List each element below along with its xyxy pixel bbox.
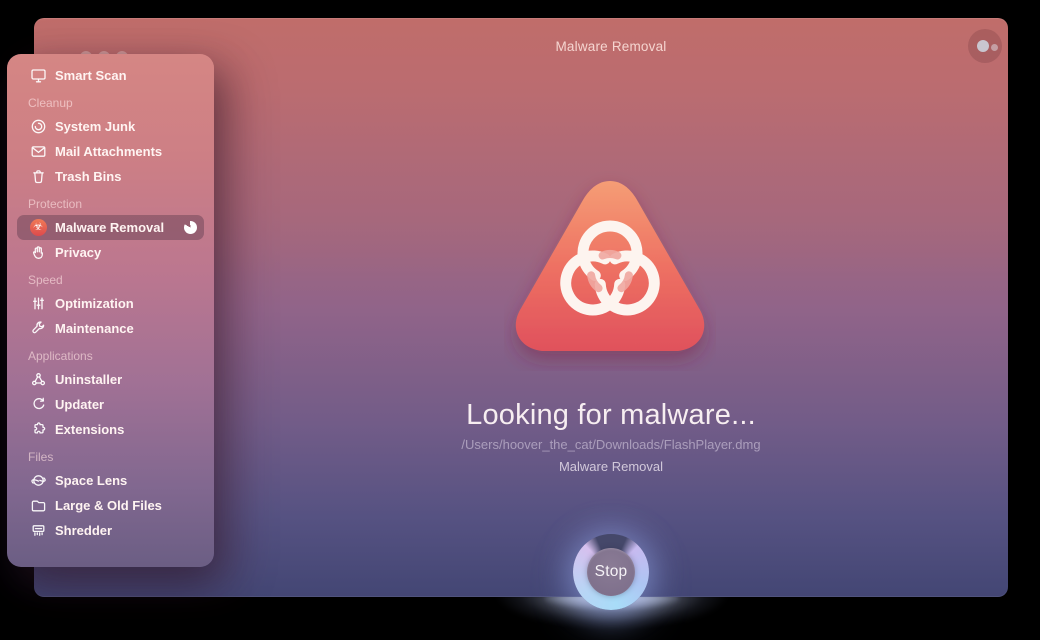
- sidebar-item-label: Malware Removal: [55, 220, 165, 235]
- sidebar-item-extensions[interactable]: Extensions: [17, 417, 204, 442]
- sidebar-item-privacy[interactable]: Privacy: [17, 240, 204, 265]
- sidebar-item-large-old-files[interactable]: Large & Old Files: [17, 493, 204, 518]
- biohazard-icon: ☣: [28, 219, 48, 236]
- puzzle-icon: [28, 421, 48, 438]
- sidebar-item-label: Maintenance: [55, 321, 134, 336]
- stop-button-label[interactable]: Stop: [587, 548, 635, 596]
- sidebar-item-shredder[interactable]: Shredder: [17, 518, 204, 543]
- cleanmymac-menu-button[interactable]: [968, 29, 1002, 63]
- sidebar-item-malware-removal[interactable]: ☣ Malware Removal: [17, 215, 204, 240]
- sidebar-item-optimization[interactable]: Optimization: [17, 291, 204, 316]
- sidebar-item-updater[interactable]: Updater: [17, 392, 204, 417]
- sidebar-item-label: Space Lens: [55, 473, 128, 488]
- hand-icon: [28, 244, 48, 261]
- sliders-icon: [28, 295, 48, 312]
- sidebar-item-label: Large & Old Files: [55, 498, 162, 513]
- refresh-icon: [28, 396, 48, 413]
- sidebar: Smart Scan Cleanup System Junk Mail Atta…: [7, 54, 214, 567]
- envelope-icon: [28, 143, 48, 160]
- cleanup-swirl-icon: [28, 118, 48, 135]
- imac-icon: [28, 67, 48, 84]
- folder-icon: [28, 497, 48, 514]
- status-title: Looking for malware...: [466, 399, 756, 431]
- scan-current-path: /Users/hoover_the_cat/Downloads/FlashPla…: [461, 437, 761, 452]
- window-title: Malware Removal: [555, 38, 667, 54]
- sidebar-item-label: Shredder: [55, 523, 113, 538]
- sidebar-item-maintenance[interactable]: Maintenance: [17, 316, 204, 341]
- sidebar-section-files: Files: [28, 450, 54, 464]
- sidebar-item-label: Privacy: [55, 245, 102, 260]
- scan-progress-indicator: [184, 221, 197, 234]
- sidebar-item-label: Trash Bins: [55, 169, 122, 184]
- sidebar-item-label: Uninstaller: [55, 372, 123, 387]
- sidebar-section-cleanup: Cleanup: [28, 96, 73, 110]
- sidebar-item-label: System Junk: [55, 119, 136, 134]
- menu-dot-icon: [977, 40, 989, 52]
- shredder-icon: [28, 522, 48, 539]
- sidebar-item-label: Smart Scan: [55, 68, 127, 83]
- wrench-icon: [28, 320, 48, 337]
- sidebar-item-uninstaller[interactable]: Uninstaller: [17, 367, 204, 392]
- menu-dot-small-icon: [991, 44, 998, 51]
- sidebar-item-label: Optimization: [55, 296, 134, 311]
- sidebar-section-protection: Protection: [28, 197, 83, 211]
- sidebar-item-system-junk[interactable]: System Junk: [17, 114, 204, 139]
- hub-icon: [28, 371, 48, 388]
- scan-module-label: Malware Removal: [558, 459, 664, 474]
- sidebar-item-label: Updater: [55, 397, 105, 412]
- sidebar-item-label: Extensions: [55, 422, 125, 437]
- sidebar-item-mail-attachments[interactable]: Mail Attachments: [17, 139, 204, 164]
- planet-icon: [28, 472, 48, 489]
- stop-button[interactable]: Stop: [573, 534, 649, 610]
- sidebar-item-trash-bins[interactable]: Trash Bins: [17, 164, 204, 189]
- sidebar-item-smart-scan[interactable]: Smart Scan: [17, 63, 204, 88]
- biohazard-triangle-icon: [515, 181, 705, 351]
- sidebar-item-space-lens[interactable]: Space Lens: [17, 468, 204, 493]
- sidebar-item-label: Mail Attachments: [55, 144, 163, 159]
- sidebar-section-speed: Speed: [28, 273, 63, 287]
- sidebar-section-applications: Applications: [28, 349, 93, 363]
- trash-icon: [28, 168, 48, 185]
